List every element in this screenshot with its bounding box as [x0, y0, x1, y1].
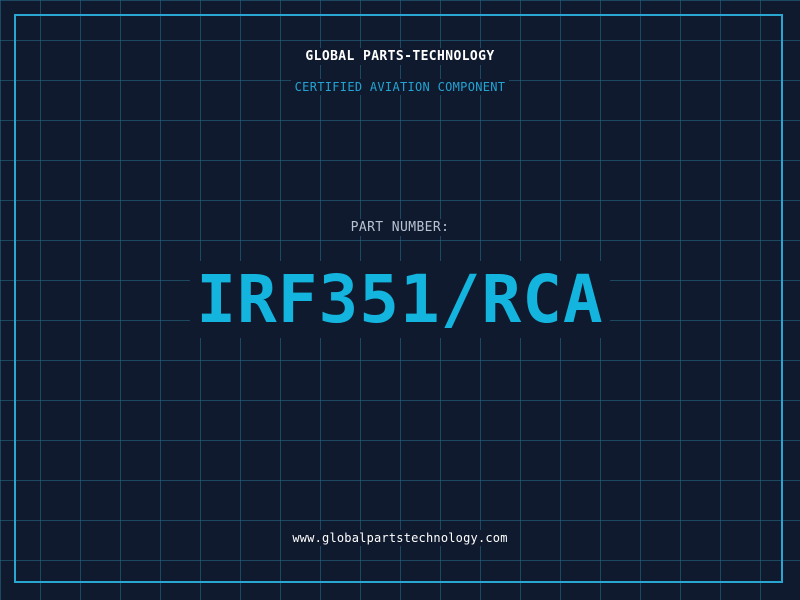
part-number-value: IRF351/RCA	[190, 261, 610, 338]
website-url-text: www.globalpartstechnology.com	[288, 530, 512, 546]
part-number-label: PART NUMBER:	[0, 219, 800, 236]
brand-tagline: CERTIFIED AVIATION COMPONENT	[0, 79, 800, 95]
brand-tagline-text: CERTIFIED AVIATION COMPONENT	[290, 79, 510, 95]
part-number: IRF351/RCA	[0, 258, 800, 342]
brand-name-text: GLOBAL PARTS-TECHNOLOGY	[301, 48, 499, 65]
website-url: www.globalpartstechnology.com	[0, 530, 800, 546]
brand-name: GLOBAL PARTS-TECHNOLOGY	[0, 48, 800, 65]
part-number-label-text: PART NUMBER:	[346, 219, 454, 236]
certificate-card: GLOBAL PARTS-TECHNOLOGY CERTIFIED AVIATI…	[0, 0, 800, 600]
